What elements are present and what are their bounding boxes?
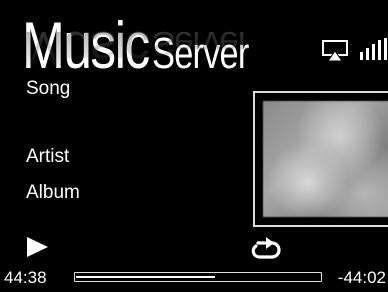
artist-name: Artist (26, 146, 70, 167)
repeat-button[interactable] (250, 236, 282, 262)
song-title: Song (26, 78, 71, 99)
album-art (263, 101, 388, 217)
repeat-icon (251, 237, 281, 259)
app-title-reflection-word-music: Music (22, 21, 149, 78)
player-screen: Music Server Music Server Song Artist Al… (0, 0, 388, 292)
app-title-reflection: Music Server (22, 21, 249, 78)
progress-bar[interactable] (74, 272, 322, 282)
airplay-icon[interactable] (322, 40, 348, 62)
album-name: Album (26, 182, 80, 203)
play-icon (27, 237, 48, 257)
elapsed-time: 44:38 (4, 268, 47, 287)
progress-fill (76, 276, 215, 278)
album-art-frame (253, 91, 388, 227)
play-button[interactable] (26, 236, 50, 258)
app-title-reflection-word-server: Server (152, 24, 249, 62)
remaining-time: -44:02 (337, 268, 386, 287)
signal-strength-icon (360, 38, 387, 60)
